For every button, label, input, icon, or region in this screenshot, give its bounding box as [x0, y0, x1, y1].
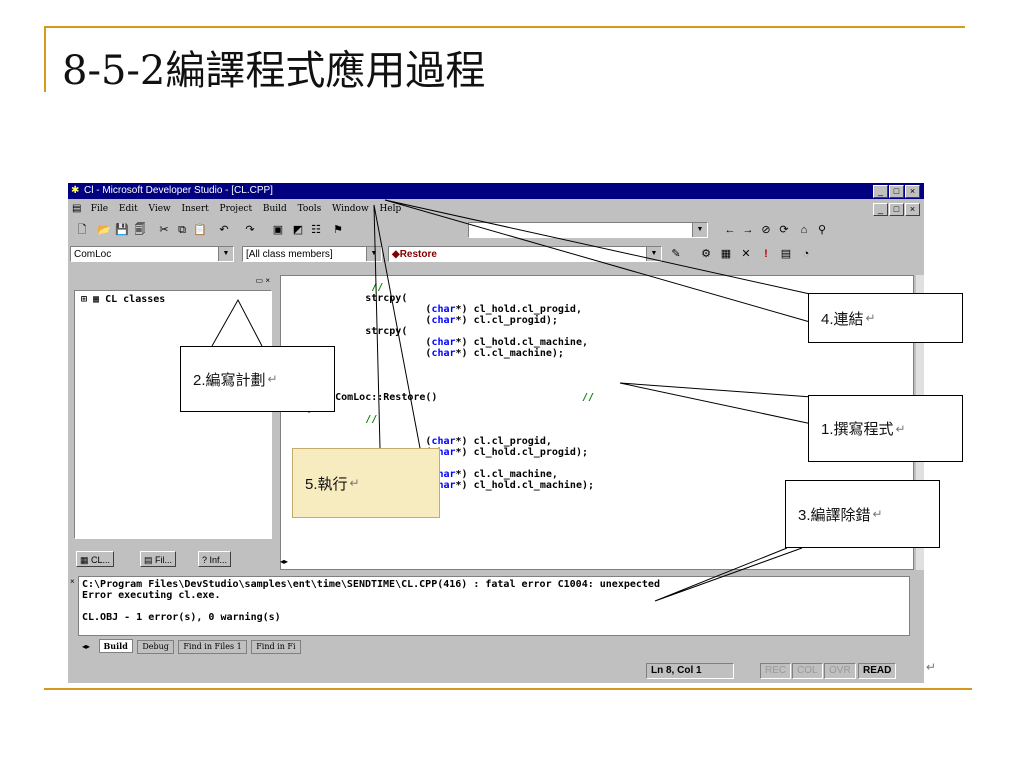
slide-title: 8-5-2編譯程式應用過程 [62, 48, 486, 94]
chevron-down-icon[interactable]: ▼ [692, 223, 707, 237]
tab-info-view[interactable]: ? Inf... [198, 551, 232, 567]
search-binoculars-icon[interactable]: ⚲ [814, 222, 830, 238]
workspace-icon[interactable]: ▣ [270, 222, 286, 238]
refresh-icon[interactable]: ⟳ [776, 222, 792, 238]
find-in-files-icon[interactable]: ⚑ [330, 222, 346, 238]
doc-maximize-button[interactable]: □ [889, 203, 904, 216]
paste-icon[interactable]: 📋 [192, 222, 208, 238]
callout-run: 5.執行 ↵ [292, 448, 440, 518]
app-icon: ✱ [71, 185, 80, 196]
chevron-down-icon[interactable]: ▼ [218, 247, 233, 261]
editor-scroll-left-icon[interactable]: ◂▸ [280, 557, 288, 566]
cut-icon[interactable]: ✂ [156, 222, 172, 238]
go-icon[interactable]: ◔ [798, 246, 814, 262]
maximize-button[interactable]: □ [889, 185, 904, 198]
workspace-pane: ▭ × ⊞ ▦ CL classes ▦ CL... ▤ Fil... ? In… [70, 275, 274, 570]
status-bar: Ln 8, Col 1 REC COL OVR READ [68, 659, 924, 679]
menu-build[interactable]: Build [263, 201, 287, 217]
menu-view[interactable]: View [149, 201, 171, 217]
stop-build-icon[interactable]: ✕ [738, 246, 754, 262]
tab-build[interactable]: Build [98, 639, 133, 653]
callout-compile: 3.編譯除錯 ↵ [785, 480, 940, 548]
menu-insert[interactable]: Insert [182, 201, 209, 217]
find-combo[interactable]: ▼ [468, 222, 708, 238]
menu-edit[interactable]: Edit [119, 201, 138, 217]
wizardbar-toolbar: ComLoc ▼ [All class members] ▼ ◆Restore … [68, 243, 924, 265]
bottom-rule [44, 688, 972, 690]
status-ovr: OVR [824, 663, 856, 679]
arrow-right-icon[interactable]: → [740, 222, 756, 238]
tab-class-view[interactable]: ▦ CL... [76, 551, 115, 567]
class-tree: ⊞ ▦ CL classes [74, 290, 272, 539]
tab-find-in-files-1[interactable]: Find in Files 1 [178, 640, 247, 654]
menu-file[interactable]: File [91, 201, 108, 217]
tree-node-cl-classes[interactable]: ⊞ ▦ CL classes [81, 294, 165, 305]
chevron-down-icon[interactable]: ▼ [366, 247, 381, 261]
redo-icon[interactable]: ↷ [242, 222, 258, 238]
standard-toolbar: 🗋 📂 💾 🗐 ✂ ⧉ 📋 ↶ ↷ ▣ ◩ ☷ ⚑ ▼ ← → ⊘ ⟳ ⌂ ⚲ [68, 219, 924, 241]
close-button[interactable]: × [905, 185, 920, 198]
doc-minimize-button[interactable]: _ [873, 203, 888, 216]
doc-close-button[interactable]: × [905, 203, 920, 216]
status-col: COL [792, 663, 823, 679]
chevron-down-icon[interactable]: ▼ [646, 247, 661, 261]
output-text: C:\Program Files\DevStudio\samples\ent\t… [82, 579, 660, 623]
output-window-icon[interactable]: ◩ [290, 222, 306, 238]
stop-icon[interactable]: ⊘ [758, 222, 774, 238]
status-return-mark: ↵ [926, 660, 937, 674]
output-close-icon[interactable]: × [70, 577, 75, 586]
window-list-icon[interactable]: ☷ [308, 222, 324, 238]
output-pane[interactable]: C:\Program Files\DevStudio\samples\ent\t… [78, 576, 910, 636]
open-folder-icon[interactable]: 📂 [96, 222, 112, 238]
wizard-action-icon[interactable]: ✎ [668, 246, 684, 262]
execute-icon[interactable]: ! [758, 246, 774, 262]
menu-help[interactable]: Help [379, 201, 401, 217]
tab-debug[interactable]: Debug [137, 640, 174, 654]
function-combo[interactable]: ◆Restore ▼ [388, 246, 662, 262]
copy-icon[interactable]: ⧉ [174, 222, 190, 238]
arrow-left-icon[interactable]: ← [722, 222, 738, 238]
members-combo[interactable]: [All class members] ▼ [242, 246, 382, 262]
title-left-rule [44, 26, 46, 92]
breakpoint-icon[interactable]: ▤ [778, 246, 794, 262]
status-rec: REC [760, 663, 792, 679]
output-tabs: ◂▸ Build Debug Find in Files 1 Find in F… [78, 639, 303, 654]
class-combo[interactable]: ComLoc ▼ [70, 246, 234, 262]
developer-studio-window: ✱ Cl - Microsoft Developer Studio - [CL.… [68, 183, 924, 683]
compile-icon[interactable]: ⚙ [698, 246, 714, 262]
new-file-icon[interactable]: 🗋 [74, 222, 90, 238]
document-icon: ▤ [72, 203, 82, 214]
home-icon[interactable]: ⌂ [796, 222, 812, 238]
save-all-icon[interactable]: 🗐 [132, 222, 148, 238]
save-icon[interactable]: 💾 [114, 222, 130, 238]
pane-close-icon[interactable]: ▭ × [256, 276, 270, 285]
minimize-button[interactable]: _ [873, 185, 888, 198]
undo-icon[interactable]: ↶ [216, 222, 232, 238]
window-titlebar: ✱ Cl - Microsoft Developer Studio - [CL.… [68, 183, 924, 199]
tab-scroll-icon[interactable]: ◂▸ [78, 641, 94, 653]
build-icon[interactable]: ▦ [718, 246, 734, 262]
menu-project[interactable]: Project [220, 201, 253, 217]
status-read: READ [858, 663, 897, 679]
menu-window[interactable]: Window [332, 201, 369, 217]
menu-bar: ▤ File Edit View Insert Project Build To… [68, 201, 924, 217]
tab-find-in-files-2[interactable]: Find in Fi [251, 640, 301, 654]
window-title: Cl - Microsoft Developer Studio - [CL.CP… [84, 185, 273, 196]
callout-write: 1.撰寫程式 ↵ [808, 395, 963, 462]
cursor-position: Ln 8, Col 1 [646, 663, 734, 679]
callout-plan: 2.編寫計劃 ↵ [180, 346, 335, 412]
menu-tools[interactable]: Tools [298, 201, 322, 217]
tab-file-view[interactable]: ▤ Fil... [140, 551, 177, 567]
callout-connect: 4.連結 ↵ [808, 293, 963, 343]
title-top-rule [45, 26, 965, 28]
